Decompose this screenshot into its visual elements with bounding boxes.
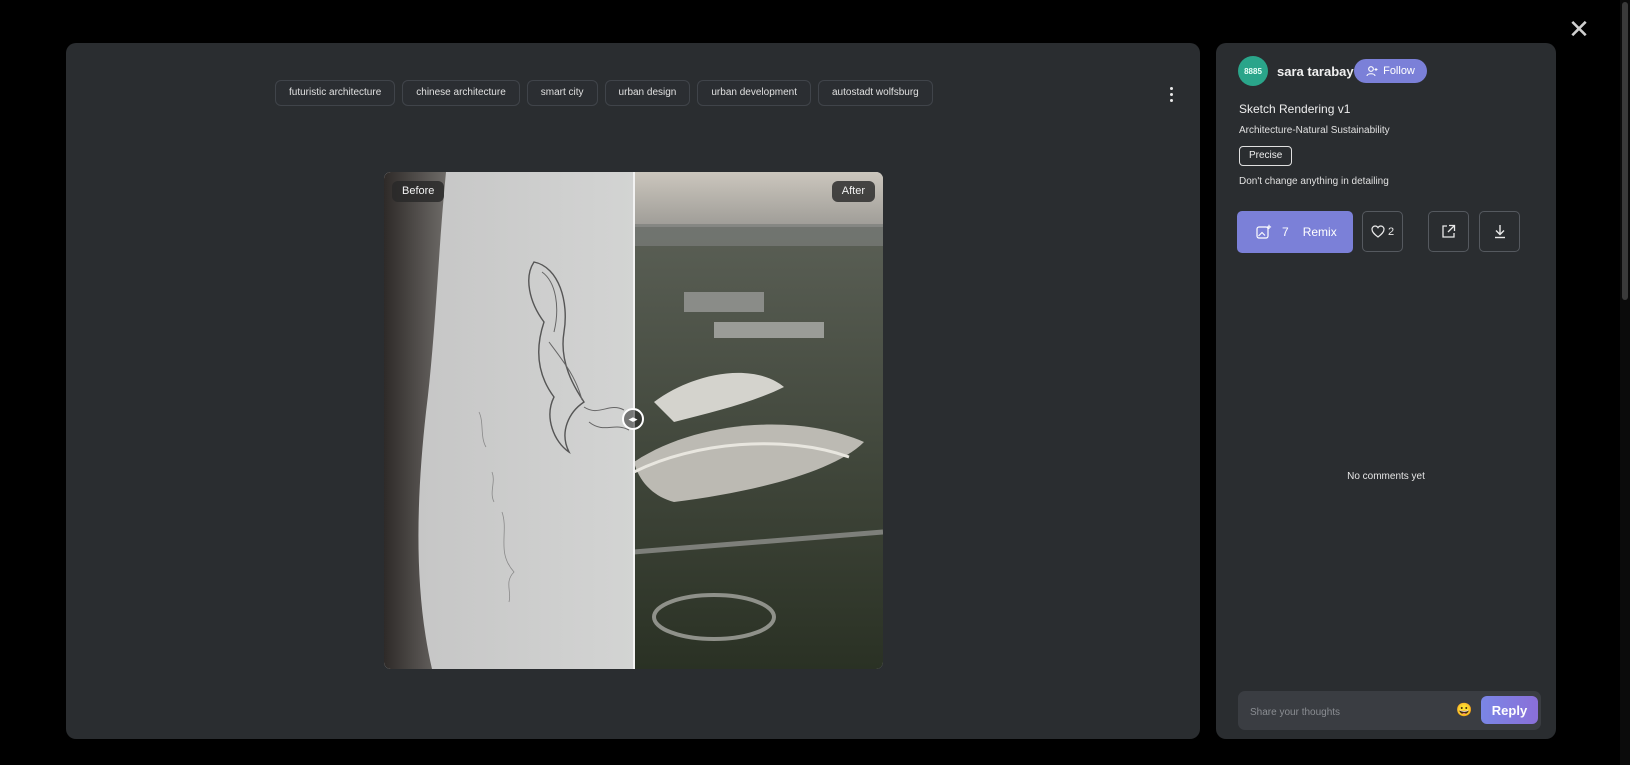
remix-button[interactable]: 7 Remix (1237, 211, 1353, 253)
tag-urban-design[interactable]: urban design (604, 80, 691, 106)
tag-list: futuristic architecture chinese architec… (275, 80, 933, 106)
reply-button[interactable]: Reply (1481, 696, 1538, 724)
tag-urban-development[interactable]: urban development (697, 80, 811, 106)
compare-slider-icon[interactable]: ◂▸ (622, 408, 644, 430)
comment-bar: 😀 Reply (1238, 691, 1541, 730)
scrollbar-thumb[interactable] (1622, 2, 1628, 300)
image-viewer-panel: futuristic architecture chinese architec… (66, 43, 1200, 739)
image-plus-icon (1256, 224, 1272, 239)
remix-count: 7 (1282, 225, 1289, 239)
tag-futuristic-architecture[interactable]: futuristic architecture (275, 80, 396, 106)
user-plus-icon (1366, 66, 1378, 77)
external-link-icon (1442, 224, 1456, 238)
before-image (384, 172, 634, 669)
emoji-icon[interactable]: 😀 (1456, 701, 1472, 719)
follow-label: Follow (1383, 65, 1415, 77)
details-panel: 8885 sara tarabay Follow Sketch Renderin… (1216, 43, 1556, 739)
like-button[interactable]: 2 (1362, 211, 1403, 252)
prompt-text: Don't change anything in detailing (1239, 176, 1389, 187)
before-label: Before (392, 181, 445, 202)
heart-icon (1371, 225, 1385, 238)
like-count: 2 (1387, 225, 1395, 238)
download-icon (1494, 225, 1505, 239)
avatar[interactable]: 8885 (1238, 56, 1268, 86)
comment-input[interactable] (1248, 701, 1442, 723)
tag-chinese-architecture[interactable]: chinese architecture (402, 80, 520, 106)
no-comments-text: No comments yet (1347, 471, 1425, 482)
follow-button[interactable]: Follow (1354, 59, 1427, 83)
after-image (634, 172, 883, 669)
remix-label: Remix (1302, 225, 1337, 239)
close-icon[interactable]: ✕ (1566, 16, 1592, 42)
model-name: Sketch Rendering v1 (1239, 102, 1351, 116)
after-label: After (831, 181, 875, 202)
before-after-compare[interactable]: ◂▸ Before After (384, 172, 883, 669)
share-button[interactable] (1428, 211, 1469, 252)
page-scrollbar[interactable] (1620, 0, 1630, 765)
author-name[interactable]: sara tarabay (1277, 64, 1354, 79)
tag-autostadt-wolfsburg[interactable]: autostadt wolfsburg (818, 80, 933, 106)
mode-badge: Precise (1239, 146, 1293, 166)
model-category: Architecture-Natural Sustainability (1239, 125, 1390, 136)
download-button[interactable] (1479, 211, 1520, 252)
more-vertical-icon[interactable] (1162, 83, 1180, 105)
tag-smart-city[interactable]: smart city (526, 80, 598, 106)
